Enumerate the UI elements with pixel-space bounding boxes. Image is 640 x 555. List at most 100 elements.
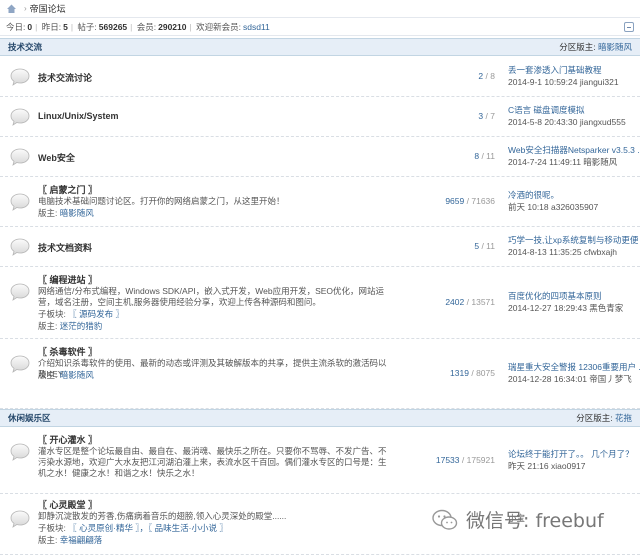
post-count: 13571 [471,297,495,307]
forum-name-link[interactable]: 〖 编程进站 〗 [38,273,97,286]
moderator-label: 版主: [38,535,58,545]
home-icon[interactable] [6,3,17,14]
thread-count: 9659 [445,196,465,206]
subforum-line: 子板块: 〖 源码发布 〗 [38,309,390,320]
stat-yesterday: 5 [63,21,68,32]
forum-row: 技术文档资料 5 / 11 巧学一技,让xp系统复制与移动更便 ... 2014-8-… [0,227,640,267]
forum-counts: 17533 / 175921 [435,454,495,465]
last-post-meta: 2014-12-28 16:34:01 帝国丿梦飞 [508,374,632,384]
forum-description: 卸静沉淀散发的芳香,伤痛病着音乐的翅膀,领入心灵深处的殿堂...... [38,511,287,521]
forum-bubble-icon [10,443,30,461]
breadcrumb-current[interactable]: 帝国论坛 [30,2,66,15]
thread-count: 2 [478,71,484,81]
section-moderator-label: 分区版主: [559,42,596,52]
moderator-link[interactable]: 暗影随风 [60,208,94,218]
section-title[interactable]: 休闲娱乐区 [8,412,51,424]
forum-bubble-icon [10,193,30,211]
forum-name-link[interactable]: Linux/Unix/System [38,111,119,121]
watermark-text: 微信号: freebuf [466,510,604,532]
forum-name-link[interactable]: 〖 启蒙之门 〗 [38,183,97,196]
forum-name-link[interactable]: 技术交流讨论 [38,71,92,84]
subforum-link[interactable]: 〖 源码发布 〗 [68,309,124,319]
forum-bubble-icon [10,355,30,373]
last-post: C语言 磁盘调度模拟 2014-5-8 20:43:30 jiangxud555 [508,104,640,128]
forum-counts: 2402 / 13571 [445,297,495,307]
last-post: Web安全扫描器Netsparker v3.5.3 ... 2014-7-24 1… [508,144,640,168]
last-post-meta: 2014-5-8 20:43:30 jiangxud555 [508,117,626,127]
last-post: 冷酒的很呢。 前天 10:18 a326035907 [508,189,640,213]
forum-counts: 1319 / 8075 [450,368,495,378]
moderator-line: 版主: 幸福翩翩落 [38,535,390,546]
post-count: 7 [490,111,495,121]
moderator-link[interactable]: 幸福翩翩落 [60,535,103,545]
forum-name-link[interactable]: 〖 杀毒软件 〗 [38,345,97,358]
moderator-link[interactable]: 迷茫的猎豹 [60,321,103,331]
stat-members: 290210 [158,21,187,32]
last-post-title[interactable]: 丢一套渗透入门基础教程 [508,64,640,76]
subforum-link[interactable]: 〖 心灵原创·精华 〗，〖 品味生活·小小说 〗 [68,523,228,533]
stat-members-label: 会员: [136,21,157,32]
forum-counts: 8 / 11 [474,151,495,161]
last-post-meta: 2014-7-24 11:49:11 暗影随风 [508,157,618,167]
collapse-icon[interactable] [624,21,634,32]
last-post-title[interactable]: 冷酒的很呢。 [508,189,640,201]
post-count: 11 [486,151,495,161]
last-post-meta: 前天 10:18 a326035907 [508,202,599,212]
last-post-meta: 2014-8-13 11:35:25 cfwbxajh [508,247,618,257]
post-count: 11 [486,241,495,251]
forum-bubble-icon [10,510,30,528]
thread-count: 17533 [435,454,460,465]
last-post: 巧学一技,让xp系统复制与移动更便 ... 2014-8-13 11:35:25 … [508,234,640,258]
moderator-label: 版主: [38,321,58,331]
stat-today-label: 今日: [6,21,26,32]
wechat-icon [432,509,458,530]
forum-bubble-icon [10,148,30,166]
subforum-label: 子板块: [38,523,66,533]
thread-count: 3 [478,111,484,121]
forum-counts: 5 / 11 [474,241,495,251]
forum-name-link[interactable]: 技术文档资料 [38,241,92,254]
section-header-tech: 技术交流 分区版主: 暗影随风 [0,38,640,56]
forum-name-link[interactable]: Web安全 [38,151,75,164]
forum-bubble-icon [10,238,30,256]
section-moderator[interactable]: 暗影随风 [598,42,632,52]
section-title[interactable]: 技术交流 [8,41,42,53]
watermark: 微信号: freebuf [432,506,604,533]
forum-counts: 2 / 8 [478,71,495,81]
moderator-link[interactable]: 暗影随风 [60,370,94,380]
stat-today: 0 [27,21,33,32]
post-count: 8075 [476,368,495,378]
forum-name-link[interactable]: 〖 开心灌水 〗 [38,433,97,446]
forum-description: 网络通信/分布式编程，Windows SDK/API，嵌入式开发，Web应用开发… [38,286,385,307]
forum-row: 技术交流讨论 2 / 8 丢一套渗透入门基础教程 2014-9-1 10:59:24 … [0,57,640,97]
section-header-leisure: 休闲娱乐区 分区版主: 花拖 [0,409,640,427]
forum-name-link[interactable]: 〖 心灵殿堂 〗 [38,498,97,511]
last-post-title[interactable]: Web安全扫描器Netsparker v3.5.3 ... [508,144,640,156]
last-post-title[interactable]: 百度优化的四项基本原则 [508,290,640,302]
forum-stats: 今日: 0 | 昨日: 5 | 帖子: 569265 | 会员: 290210 | 欢迎新会员:… [0,18,640,36]
last-post-title[interactable]: 瑞星重大安全警报 12306重要用户 ... [508,361,640,373]
last-post-meta: 昨天 21:16 xiao0917 [508,460,586,471]
stat-yesterday-label: 昨日: [41,21,62,32]
moderator-label: 版主: [38,208,58,218]
forum-row: 〖 开心灌水 〗灌水专区是整个论坛最自由、最自在、最消魂、最快乐之所在。只要你不… [0,427,640,494]
forum-row: 〖 启蒙之门 〗电脑技术基础问题讨论区。打开你的网络启蒙之门，从这里开始！ 版主:… [0,177,640,227]
thread-count: 2402 [445,297,465,307]
forum-row: Linux/Unix/System 3 / 7 C语言 磁盘调度模拟 2014-5-8… [0,97,640,137]
breadcrumb: › 帝国论坛 [0,0,640,18]
section-moderator[interactable]: 花拖 [615,413,632,423]
stat-posts: 569265 [98,21,128,32]
post-count: 71636 [471,196,495,206]
moderator-label: 版主: [38,370,58,380]
last-post-title[interactable]: 论坛终于能打开了。。 几个月了？ [508,448,640,460]
forum-row: 〖 编程进站 〗网络通信/分布式编程，Windows SDK/API，嵌入式开发… [0,267,640,339]
forum-bubble-icon [10,283,30,301]
forum-bubble-icon [10,68,30,86]
last-post-title[interactable]: C语言 磁盘调度模拟 [508,104,640,116]
stat-posts-label: 帖子: [77,21,97,32]
new-member-link[interactable]: sdsd11 [243,22,270,32]
last-post: 瑞星重大安全警报 12306重要用户 ... 2014-12-28 16:34:0… [508,361,640,385]
forum-row: 〖 杀毒软件 〗介绍知识杀毒软件的使用、最新的动态或评测及其破解版本的共享，提供… [0,339,640,409]
forum-description: 电脑技术基础问题讨论区。打开你的网络启蒙之门，从这里开始！ [38,196,285,206]
last-post-title[interactable]: 巧学一技,让xp系统复制与移动更便 ... [508,234,640,246]
